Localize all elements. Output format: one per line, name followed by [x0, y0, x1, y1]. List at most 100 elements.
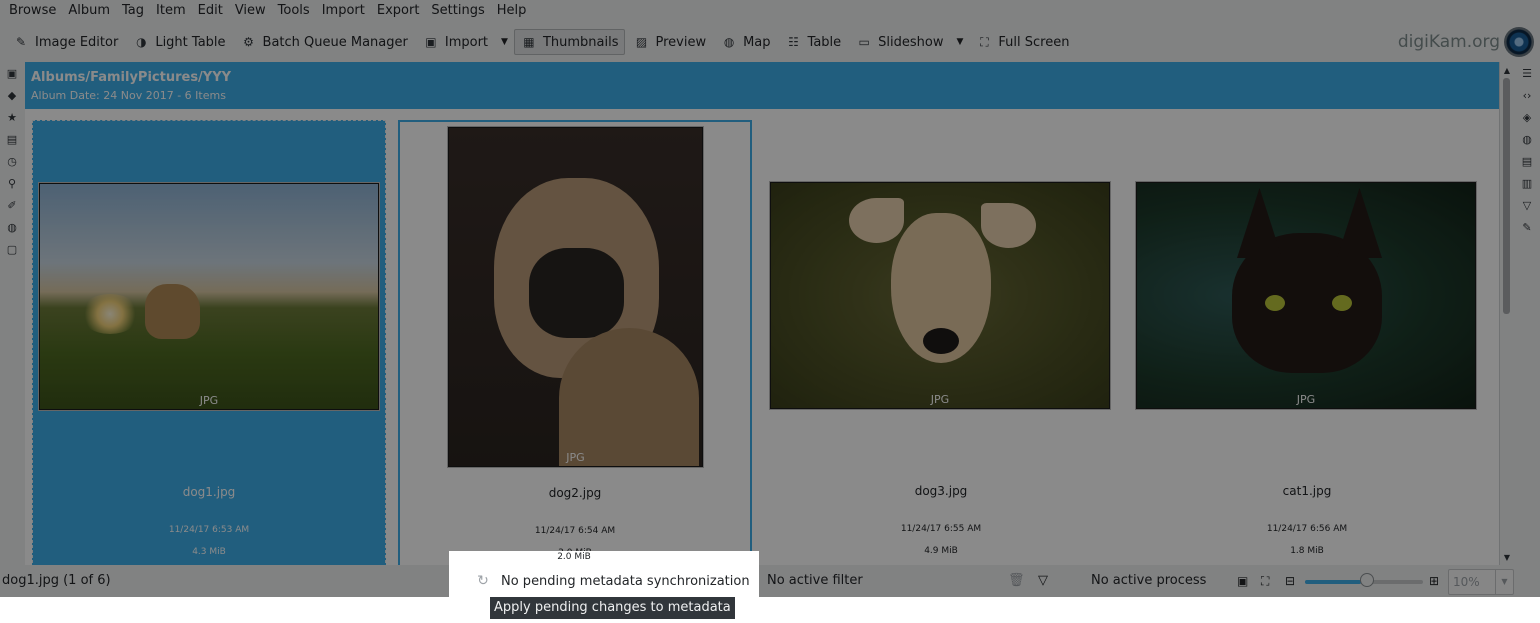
dog-nose-shape [923, 328, 959, 354]
map-label: Map [743, 34, 771, 50]
import-button[interactable]: ▣ Import [416, 29, 495, 55]
import-label: Import [444, 34, 489, 50]
filter-icon[interactable]: ▽ [1038, 565, 1048, 597]
full-screen-label: Full Screen [998, 34, 1070, 50]
digikam-logo-icon [1504, 27, 1534, 57]
globe-icon: ◍ [723, 35, 735, 49]
cat-eye-shape [1265, 295, 1285, 311]
scrollbar-thumb[interactable] [1503, 78, 1510, 314]
menu-view[interactable]: View [229, 0, 272, 22]
menu-edit[interactable]: Edit [192, 0, 229, 22]
metadata-sync-button[interactable]: ↻ No pending metadata synchronization [449, 565, 759, 597]
main-toolbar: ✎ Image Editor ◑ Light Table ⚙ Batch Que… [0, 22, 1540, 62]
scroll-down-icon[interactable]: ▼ [1500, 551, 1513, 563]
sunset-glow [80, 294, 140, 334]
menu-import[interactable]: Import [316, 0, 371, 22]
slideshow-dropdown-arrow[interactable]: ▼ [951, 29, 968, 55]
albums-icon[interactable]: ▣ [5, 66, 19, 80]
menu-settings[interactable]: Settings [425, 0, 490, 22]
tooltip: Apply pending changes to metadata [490, 597, 735, 619]
zoom-slider-fill [1305, 580, 1361, 584]
table-label: Table [807, 34, 842, 50]
map-search-icon[interactable]: ◍ [5, 220, 19, 234]
file-name: dog3.jpg [914, 484, 968, 498]
timeline-icon[interactable]: ◷ [5, 154, 19, 168]
thumbnails-button[interactable]: ▦ Thumbnails [513, 29, 626, 55]
highlight-strip: 2.0 MiB [449, 551, 759, 565]
history-icon[interactable]: ▤ [1520, 154, 1534, 168]
properties-icon[interactable]: ☰ [1520, 66, 1534, 80]
zoom-in-icon[interactable]: ⊞ [1429, 565, 1439, 597]
pencil-icon: ✎ [15, 35, 27, 49]
zoom-level-combo[interactable]: 10% ▼ [1448, 569, 1514, 595]
menu-tag[interactable]: Tag [116, 0, 150, 22]
zoom-level-value: 10% [1453, 575, 1480, 589]
metadata-sync-status: No pending metadata synchronization [501, 573, 750, 589]
thumbnail-item[interactable]: JPG dog1.jpg 11/24/17 6:53 AM 4.3 MiB [32, 120, 386, 565]
scroll-up-icon[interactable]: ▲ [1500, 64, 1513, 76]
colors-icon[interactable]: ◈ [1520, 110, 1534, 124]
import-dropdown-arrow[interactable]: ▼ [496, 29, 513, 55]
zoom-fit-window-icon[interactable]: ⛶ [1261, 565, 1269, 597]
star-icon[interactable]: ★ [5, 110, 19, 124]
table-button[interactable]: ☷ Table [779, 29, 849, 55]
dog-ear-shape [981, 203, 1036, 248]
menu-browse[interactable]: Browse [3, 0, 62, 22]
zoom-slider-handle[interactable] [1360, 573, 1374, 587]
menu-tools[interactable]: Tools [272, 0, 316, 22]
thumbnail-image: JPG [1136, 182, 1476, 409]
slideshow-icon: ▭ [858, 35, 870, 49]
zoom-out-icon[interactable]: ⊟ [1285, 565, 1295, 597]
trash-icon[interactable]: 🗑 [1008, 565, 1025, 597]
thumbnail-item[interactable]: JPG cat1.jpg 11/24/17 6:56 AM 1.8 MiB [1130, 120, 1484, 565]
preview-button[interactable]: ▨ Preview [626, 29, 713, 55]
cat-ear-shape [1237, 188, 1282, 258]
thumbnail-item[interactable]: JPG dog3.jpg 11/24/17 6:55 AM 4.9 MiB [764, 120, 1118, 565]
map-button[interactable]: ◍ Map [714, 29, 777, 55]
format-label: JPG [566, 451, 585, 464]
light-table-button[interactable]: ◑ Light Table [126, 29, 232, 55]
chevron-down-icon: ▼ [501, 37, 508, 47]
metadata-icon[interactable]: ‹› [1520, 88, 1534, 102]
file-name: dog2.jpg [548, 486, 602, 500]
full-screen-button[interactable]: ⛶ Full Screen [969, 29, 1076, 55]
menu-help[interactable]: Help [491, 0, 533, 22]
selection-status: dog1.jpg (1 of 6) [2, 573, 111, 588]
grid-icon: ▦ [523, 35, 535, 49]
search-icon[interactable]: ⚲ [5, 176, 19, 190]
geolocation-icon[interactable]: ◍ [1520, 132, 1534, 146]
captions-icon[interactable]: ▥ [1520, 176, 1534, 190]
file-name: cat1.jpg [1282, 484, 1332, 498]
tag-icon[interactable]: ◆ [5, 88, 19, 102]
album-subtitle: Album Date: 24 Nov 2017 - 6 Items [31, 89, 226, 102]
slideshow-button[interactable]: ▭ Slideshow [849, 29, 950, 55]
process-status: No active process [1091, 573, 1207, 588]
menu-item[interactable]: Item [150, 0, 192, 22]
file-date: 11/24/17 6:53 AM [168, 525, 250, 535]
menu-album[interactable]: Album [62, 0, 116, 22]
format-label: JPG [930, 393, 950, 406]
dog-muzzle-shape [529, 248, 624, 338]
image-editor-button[interactable]: ✎ Image Editor [6, 29, 125, 55]
menubar: Browse Album Tag Item Edit View Tools Im… [0, 0, 1540, 22]
dog-ear-shape [849, 198, 904, 243]
fuzzy-search-icon[interactable]: ✐ [5, 198, 19, 212]
batch-queue-button[interactable]: ⚙ Batch Queue Manager [234, 29, 415, 55]
chevron-down-icon[interactable]: ▼ [1495, 570, 1513, 594]
chevron-down-icon: ▼ [956, 37, 964, 47]
file-date: 11/24/17 6:56 AM [1266, 524, 1348, 534]
thumbnail-item[interactable]: JPG dog2.jpg 11/24/17 6:54 AM 2.0 MiB [398, 120, 752, 565]
filter-icon[interactable]: ▽ [1520, 198, 1534, 212]
digikam-brand[interactable]: digiKam.org [1398, 22, 1534, 62]
calendar-icon[interactable]: ▤ [5, 132, 19, 146]
thumbnail-image: JPG [39, 183, 379, 410]
image-icon: ▨ [635, 35, 648, 49]
tools-icon[interactable]: ✎ [1520, 220, 1534, 234]
menu-export[interactable]: Export [371, 0, 426, 22]
people-icon[interactable]: ▢ [5, 242, 19, 256]
vertical-scrollbar[interactable]: ▲ ▼ [1499, 62, 1513, 565]
thumbnail-image: JPG [770, 182, 1110, 409]
dog-body-shape [559, 328, 699, 466]
zoom-fit-icon[interactable]: ▣ [1237, 565, 1248, 597]
file-size: 2.0 MiB [557, 552, 591, 562]
